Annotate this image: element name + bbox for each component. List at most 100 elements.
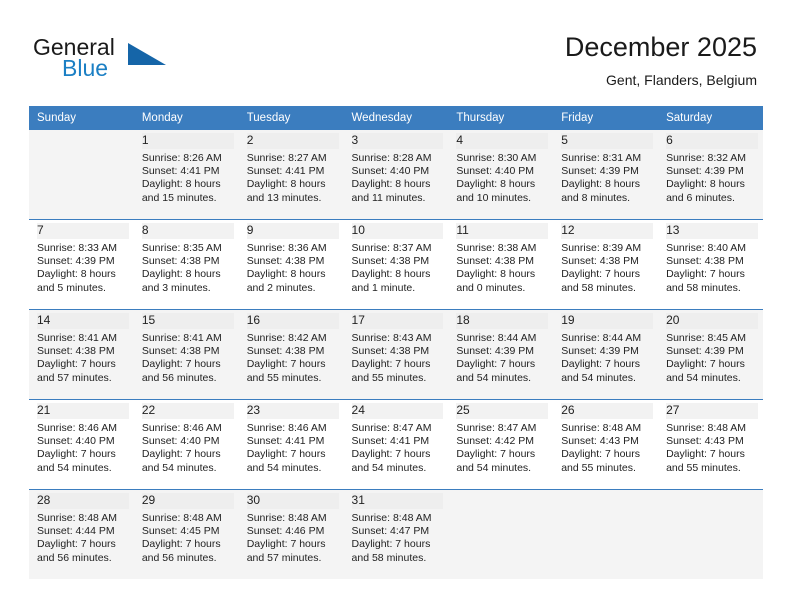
sunset-text: Sunset: 4:40 PM [351, 165, 430, 178]
day-info: Sunrise: 8:44 AM Sunset: 4:39 PM Dayligh… [456, 332, 548, 385]
day-cell[interactable]: 4 Sunrise: 8:30 AM Sunset: 4:40 PM Dayli… [448, 129, 554, 220]
sunset-text: Sunset: 4:46 PM [246, 525, 325, 538]
calendar-header-row: Sunday Monday Tuesday Wednesday Thursday… [29, 106, 763, 130]
day-cell[interactable]: 18 Sunrise: 8:44 AM Sunset: 4:39 PM Dayl… [448, 309, 554, 400]
day-cell[interactable]: 10 Sunrise: 8:37 AM Sunset: 4:38 PM Dayl… [343, 219, 449, 310]
day-cell[interactable]: 30 Sunrise: 8:48 AM Sunset: 4:46 PM Dayl… [238, 489, 344, 579]
day-number: 17 [351, 313, 444, 329]
sunset-text: Sunset: 4:40 PM [456, 165, 535, 178]
calendar-week-row: 7 Sunrise: 8:33 AM Sunset: 4:39 PM Dayli… [29, 219, 763, 310]
sunrise-text: Sunrise: 8:37 AM [351, 242, 432, 254]
sunrise-text: Sunrise: 8:47 AM [351, 422, 432, 434]
day-cell[interactable]: 15 Sunrise: 8:41 AM Sunset: 4:38 PM Dayl… [133, 309, 239, 400]
day-cell[interactable]: 8 Sunrise: 8:35 AM Sunset: 4:38 PM Dayli… [133, 219, 239, 310]
daylight-line2: and 54 minutes. [666, 371, 741, 384]
day-info: Sunrise: 8:45 AM Sunset: 4:39 PM Dayligh… [666, 332, 758, 385]
sunset-text: Sunset: 4:38 PM [351, 255, 430, 268]
day-info: Sunrise: 8:40 AM Sunset: 4:38 PM Dayligh… [666, 242, 758, 295]
sunrise-text: Sunrise: 8:31 AM [561, 152, 642, 164]
day-cell[interactable]: 3 Sunrise: 8:28 AM Sunset: 4:40 PM Dayli… [343, 129, 449, 220]
weekday-header-saturday: Saturday [658, 106, 763, 130]
sunset-text: Sunset: 4:38 PM [456, 255, 535, 268]
sunset-text: Sunset: 4:39 PM [666, 165, 744, 178]
day-number: 14 [37, 313, 129, 329]
day-cell[interactable]: 14 Sunrise: 8:41 AM Sunset: 4:38 PM Dayl… [29, 309, 134, 400]
sunrise-text: Sunrise: 8:47 AM [456, 422, 537, 434]
sunrise-text: Sunrise: 8:27 AM [246, 152, 327, 164]
day-cell[interactable]: 31 Sunrise: 8:48 AM Sunset: 4:47 PM Dayl… [343, 489, 449, 579]
daylight-line2: and 58 minutes. [666, 281, 741, 294]
day-number: 2 [246, 133, 339, 149]
daylight-line2: and 54 minutes. [246, 461, 322, 474]
day-info: Sunrise: 8:41 AM Sunset: 4:38 PM Dayligh… [142, 332, 234, 385]
sunset-text: Sunset: 4:38 PM [666, 255, 744, 268]
day-cell-empty [448, 489, 554, 579]
day-cell[interactable]: 13 Sunrise: 8:40 AM Sunset: 4:38 PM Dayl… [658, 219, 763, 310]
day-info: Sunrise: 8:48 AM Sunset: 4:43 PM Dayligh… [666, 422, 758, 475]
day-info: Sunrise: 8:46 AM Sunset: 4:40 PM Dayligh… [37, 422, 129, 475]
daylight-line2: and 6 minutes. [666, 191, 735, 204]
day-info: Sunrise: 8:48 AM Sunset: 4:47 PM Dayligh… [352, 512, 444, 565]
day-cell[interactable]: 21 Sunrise: 8:46 AM Sunset: 4:40 PM Dayl… [29, 399, 134, 490]
sunset-text: Sunset: 4:38 PM [246, 345, 325, 358]
sunrise-text: Sunrise: 8:41 AM [37, 332, 117, 344]
day-cell[interactable]: 22 Sunrise: 8:46 AM Sunset: 4:40 PM Dayl… [133, 399, 239, 490]
day-cell[interactable]: 23 Sunrise: 8:46 AM Sunset: 4:41 PM Dayl… [238, 399, 344, 490]
day-cell[interactable]: 26 Sunrise: 8:48 AM Sunset: 4:43 PM Dayl… [553, 399, 659, 490]
daylight-line2: and 56 minutes. [141, 551, 217, 564]
daylight-line2: and 57 minutes. [37, 371, 112, 384]
daylight-line1: Daylight: 7 hours [141, 538, 221, 551]
daylight-line2: and 1 minute. [351, 281, 416, 294]
day-cell[interactable]: 7 Sunrise: 8:33 AM Sunset: 4:39 PM Dayli… [29, 219, 134, 310]
daylight-line1: Daylight: 8 hours [456, 178, 536, 191]
day-number: 23 [246, 403, 339, 419]
day-cell[interactable]: 16 Sunrise: 8:42 AM Sunset: 4:38 PM Dayl… [238, 309, 344, 400]
day-cell[interactable]: 11 Sunrise: 8:38 AM Sunset: 4:38 PM Dayl… [448, 219, 554, 310]
sunset-text: Sunset: 4:38 PM [141, 255, 220, 268]
daylight-line2: and 3 minutes. [141, 281, 211, 294]
sunset-text: Sunset: 4:47 PM [351, 525, 430, 538]
sunset-text: Sunset: 4:43 PM [561, 435, 639, 448]
day-info: Sunrise: 8:48 AM Sunset: 4:44 PM Dayligh… [37, 512, 129, 565]
day-info: Sunrise: 8:42 AM Sunset: 4:38 PM Dayligh… [247, 332, 339, 385]
day-number: 24 [351, 403, 444, 419]
day-info: Sunrise: 8:44 AM Sunset: 4:39 PM Dayligh… [561, 332, 653, 385]
sunrise-text: Sunrise: 8:42 AM [246, 332, 327, 344]
day-cell[interactable]: 20 Sunrise: 8:45 AM Sunset: 4:39 PM Dayl… [658, 309, 763, 400]
daylight-line2: and 54 minutes. [456, 461, 532, 474]
day-cell[interactable]: 5 Sunrise: 8:31 AM Sunset: 4:39 PM Dayli… [553, 129, 659, 220]
general-blue-logo[interactable]: General Blue [33, 34, 233, 86]
sunrise-text: Sunrise: 8:48 AM [141, 512, 222, 524]
sunset-text: Sunset: 4:42 PM [456, 435, 535, 448]
daylight-line1: Daylight: 7 hours [561, 268, 641, 281]
sunset-text: Sunset: 4:38 PM [561, 255, 639, 268]
day-cell[interactable]: 2 Sunrise: 8:27 AM Sunset: 4:41 PM Dayli… [238, 129, 344, 220]
sunrise-text: Sunrise: 8:39 AM [561, 242, 642, 254]
day-cell[interactable]: 19 Sunrise: 8:44 AM Sunset: 4:39 PM Dayl… [553, 309, 659, 400]
day-cell-empty [658, 489, 763, 579]
daylight-line1: Daylight: 7 hours [561, 358, 641, 371]
day-cell[interactable]: 25 Sunrise: 8:47 AM Sunset: 4:42 PM Dayl… [448, 399, 554, 490]
day-cell[interactable]: 28 Sunrise: 8:48 AM Sunset: 4:44 PM Dayl… [29, 489, 134, 579]
day-cell[interactable]: 12 Sunrise: 8:39 AM Sunset: 4:38 PM Dayl… [553, 219, 659, 310]
sunrise-text: Sunrise: 8:48 AM [246, 512, 327, 524]
calendar-body: 1 Sunrise: 8:26 AM Sunset: 4:41 PM Dayli… [29, 129, 763, 579]
calendar-week-row: 14 Sunrise: 8:41 AM Sunset: 4:38 PM Dayl… [29, 309, 763, 400]
sunset-text: Sunset: 4:38 PM [37, 345, 115, 358]
day-cell[interactable]: 29 Sunrise: 8:48 AM Sunset: 4:45 PM Dayl… [133, 489, 239, 579]
daylight-line2: and 55 minutes. [351, 371, 427, 384]
sunrise-text: Sunrise: 8:26 AM [141, 152, 222, 164]
weekday-header-sunday: Sunday [29, 106, 134, 130]
daylight-line2: and 54 minutes. [561, 371, 636, 384]
day-cell[interactable]: 27 Sunrise: 8:48 AM Sunset: 4:43 PM Dayl… [658, 399, 763, 490]
day-info: Sunrise: 8:41 AM Sunset: 4:38 PM Dayligh… [37, 332, 129, 385]
logo-text-blue: Blue [62, 55, 109, 81]
day-cell[interactable]: 1 Sunrise: 8:26 AM Sunset: 4:41 PM Dayli… [133, 129, 239, 220]
daylight-line2: and 10 minutes. [456, 191, 532, 204]
day-cell[interactable]: 24 Sunrise: 8:47 AM Sunset: 4:41 PM Dayl… [343, 399, 449, 490]
sunset-text: Sunset: 4:39 PM [561, 345, 639, 358]
location-subtitle: Gent, Flanders, Belgium [606, 72, 757, 88]
day-cell[interactable]: 17 Sunrise: 8:43 AM Sunset: 4:38 PM Dayl… [343, 309, 449, 400]
day-cell[interactable]: 9 Sunrise: 8:36 AM Sunset: 4:38 PM Dayli… [238, 219, 344, 310]
day-cell[interactable]: 6 Sunrise: 8:32 AM Sunset: 4:39 PM Dayli… [658, 129, 763, 220]
